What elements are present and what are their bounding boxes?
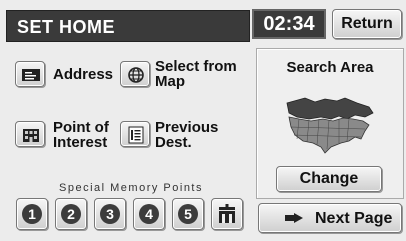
list-icon	[128, 126, 144, 144]
memory-point-2-button[interactable]: 2	[55, 198, 87, 230]
memory-point-number: 1	[22, 204, 42, 224]
change-button[interactable]: Change	[276, 166, 382, 192]
memory-point-number: 2	[61, 204, 81, 224]
memory-point-number: 3	[100, 204, 120, 224]
select-from-map-label-line1: Select from	[155, 58, 237, 75]
memory-point-5-button[interactable]: 5	[172, 198, 204, 230]
home-memory-button[interactable]	[211, 198, 243, 230]
memory-point-number: 4	[139, 204, 159, 224]
point-of-interest-label-line1: Point of	[53, 119, 109, 136]
point-of-interest-label-line2: Interest	[53, 134, 108, 151]
page-title: SET HOME	[17, 17, 116, 37]
address-card-icon	[22, 69, 40, 81]
title-bar: SET HOME	[6, 10, 250, 42]
address-label: Address	[53, 66, 114, 83]
set-home-screen: SET HOME 02:34 Return Address Select fro…	[0, 0, 406, 241]
address-button[interactable]	[15, 61, 45, 87]
memory-point-3-button[interactable]: 3	[94, 198, 126, 230]
north-america-map-icon	[286, 97, 374, 154]
memory-point-1-button[interactable]: 1	[16, 198, 48, 230]
arrow-right-icon	[285, 213, 303, 223]
point-of-interest-button[interactable]	[15, 121, 45, 147]
special-memory-points-label: Special Memory Points	[59, 182, 203, 194]
memory-point-number: 5	[178, 204, 198, 224]
select-from-map-label-line2: Map	[155, 73, 185, 90]
previous-dest-button[interactable]	[120, 121, 150, 147]
globe-icon	[128, 67, 144, 83]
select-from-map-button[interactable]	[120, 61, 150, 87]
memory-point-4-button[interactable]: 4	[133, 198, 165, 230]
next-page-button[interactable]: Next Page	[258, 203, 402, 233]
clock-display: 02:34	[252, 9, 326, 39]
return-button[interactable]: Return	[332, 9, 402, 39]
home-icon	[219, 204, 235, 223]
search-area-title: Search Area	[286, 59, 374, 76]
building-icon	[23, 129, 39, 142]
previous-dest-label-line1: Previous	[155, 119, 219, 136]
next-page-label: Next Page	[315, 210, 393, 227]
previous-dest-label-line2: Dest.	[155, 134, 192, 151]
